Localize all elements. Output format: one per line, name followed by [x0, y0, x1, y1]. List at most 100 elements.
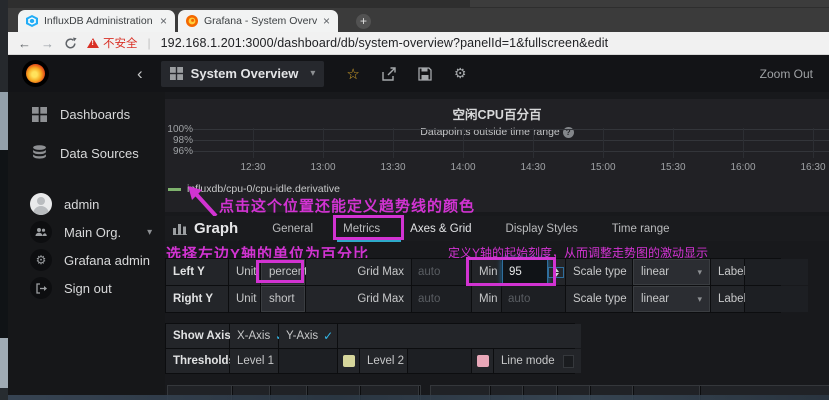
reload-icon[interactable]: [64, 37, 77, 50]
forward-icon[interactable]: →: [41, 36, 54, 51]
datapoints-note: Datapoints outside time range?: [165, 126, 829, 138]
share-icon[interactable]: [382, 67, 396, 81]
x-tick-label: 15:30: [651, 162, 695, 173]
panel-title[interactable]: 空闲CPU百分百: [165, 104, 829, 123]
gridline: [193, 151, 829, 152]
star-icon[interactable]: ☆: [346, 65, 359, 83]
left-y-label-input[interactable]: [745, 259, 808, 285]
new-tab-button[interactable]: +: [356, 14, 371, 29]
left-y-scale-select[interactable]: linear▾: [633, 259, 710, 285]
browser-tab-grafana[interactable]: Grafana - System Overview ×: [178, 10, 338, 32]
chevron-down-icon: ▾: [697, 267, 702, 278]
titlebar-highlight: [470, 0, 829, 7]
influxdb-icon: [26, 15, 38, 27]
sidebar-collapse-icon[interactable]: ‹: [137, 64, 143, 84]
save-icon[interactable]: [418, 67, 432, 81]
sidebar-item-label: Sign out: [64, 281, 112, 296]
highlight-box-min-95: [466, 257, 556, 286]
level2-color-cell[interactable]: [472, 349, 493, 373]
scale-type-label: Scale type: [566, 259, 632, 285]
browser-tabstrip: InfluxDB Administration × Grafana - Syst…: [8, 8, 829, 32]
line-mode-label: Line mode: [501, 355, 555, 367]
min-label: Min: [472, 286, 501, 312]
tab-time-range[interactable]: Time range: [612, 223, 670, 235]
close-icon[interactable]: ×: [160, 15, 167, 27]
grid-max-label: Grid Max: [306, 259, 411, 285]
filler-cell: [338, 324, 581, 348]
security-warning[interactable]: ! 不安全: [87, 35, 138, 51]
highlight-box-axes-grid-tab: [333, 215, 404, 240]
x-tick-label: 16:00: [721, 162, 765, 173]
gridline: [603, 128, 604, 158]
x-axis-toggle[interactable]: X-Axis✓: [230, 324, 278, 348]
level2-color-swatch[interactable]: [477, 355, 489, 367]
annotation-arrow: [186, 186, 222, 218]
chevron-down-icon: ▾: [697, 294, 702, 305]
tab-axes-grid[interactable]: Axes & Grid: [410, 223, 471, 235]
legend-color-swatch[interactable]: [168, 188, 181, 191]
thresholds-label: Thresholds: [166, 349, 229, 373]
panel-type: Graph: [173, 220, 238, 237]
users-icon: [30, 221, 52, 243]
unit-label: Unit: [229, 286, 260, 312]
sidebar-item-label: admin: [64, 197, 99, 212]
sidebar-item-label: Data Sources: [60, 146, 139, 161]
level2-input[interactable]: [408, 349, 471, 373]
right-y-min-input[interactable]: [502, 286, 565, 312]
y-tick-label: 98%: [163, 135, 193, 146]
sidebar-item-label: Main Org.: [64, 225, 121, 240]
label-label: Label: [711, 259, 744, 285]
grid-max-label: Grid Max: [306, 286, 411, 312]
sidebar-item-data-sources[interactable]: Data Sources: [8, 141, 165, 165]
chevron-down-icon: ▾: [310, 68, 315, 79]
right-y-grid-max-input[interactable]: [412, 286, 471, 312]
bar-chart-icon: [173, 222, 187, 235]
close-icon[interactable]: ×: [323, 15, 330, 27]
x-tick-label: 15:00: [581, 162, 625, 173]
database-icon: [30, 144, 48, 162]
sidebar: Dashboards Data Sources admin Main Org. …: [8, 92, 165, 400]
left-y-grid-max-input[interactable]: [412, 259, 471, 285]
panel-editor-tabs: Graph General Metrics Axes & Grid Displa…: [165, 216, 829, 241]
gridline: [193, 129, 829, 130]
grafana-topnav: ‹ System Overview ▾ ☆ ⚙ Zoom Out: [8, 55, 829, 92]
level1-color-cell[interactable]: [338, 349, 359, 373]
level1-color-swatch[interactable]: [343, 355, 355, 367]
sidebar-item-grafana-admin[interactable]: ⚙ Grafana admin: [8, 248, 165, 272]
url-text[interactable]: 192.168.1.201:3000/dashboard/db/system-o…: [161, 36, 609, 50]
tab-title: InfluxDB Administration: [44, 15, 153, 27]
gridline: [533, 128, 534, 158]
sidebar-item-dashboards[interactable]: Dashboards: [8, 102, 165, 126]
sidebar-item-label: Grafana admin: [64, 253, 150, 268]
y-tick-label: 100%: [163, 124, 193, 135]
sidebar-item-admin[interactable]: admin: [8, 192, 165, 216]
browser-tab-influxdb[interactable]: InfluxDB Administration ×: [18, 10, 175, 32]
sidebar-item-sign-out[interactable]: Sign out: [8, 276, 165, 300]
tab-general[interactable]: General: [272, 223, 313, 235]
gridline: [393, 128, 394, 158]
dashboard-title-dropdown[interactable]: System Overview ▾: [161, 61, 325, 87]
back-icon[interactable]: ←: [18, 36, 31, 51]
tab-display-styles[interactable]: Display Styles: [506, 223, 578, 235]
grafana-logo[interactable]: [22, 60, 49, 87]
row-label-left-y: Left Y: [166, 259, 228, 285]
x-tick-label: 13:30: [371, 162, 415, 173]
level1-input[interactable]: [279, 349, 337, 373]
right-y-unit-select[interactable]: short: [261, 286, 305, 312]
gridline: [463, 128, 464, 158]
right-y-label-input[interactable]: [745, 286, 808, 312]
desktop-edge: [0, 0, 8, 400]
grafana-icon: [186, 15, 198, 27]
sidebar-item-main-org[interactable]: Main Org. ▾: [8, 220, 165, 244]
zoom-out-button[interactable]: Zoom Out: [760, 67, 813, 81]
warning-triangle-icon: !: [87, 38, 99, 48]
x-tick-label: 14:30: [511, 162, 555, 173]
gridline: [323, 128, 324, 158]
y-axis-toggle[interactable]: Y-Axis✓: [279, 324, 337, 348]
right-y-scale-select[interactable]: linear▾: [633, 286, 710, 312]
gear-icon[interactable]: ⚙: [454, 65, 467, 82]
sign-out-icon: [30, 277, 52, 299]
line-mode-checkbox[interactable]: [563, 355, 574, 368]
tab-title: Grafana - System Overview: [204, 15, 317, 27]
gridline: [253, 128, 254, 158]
